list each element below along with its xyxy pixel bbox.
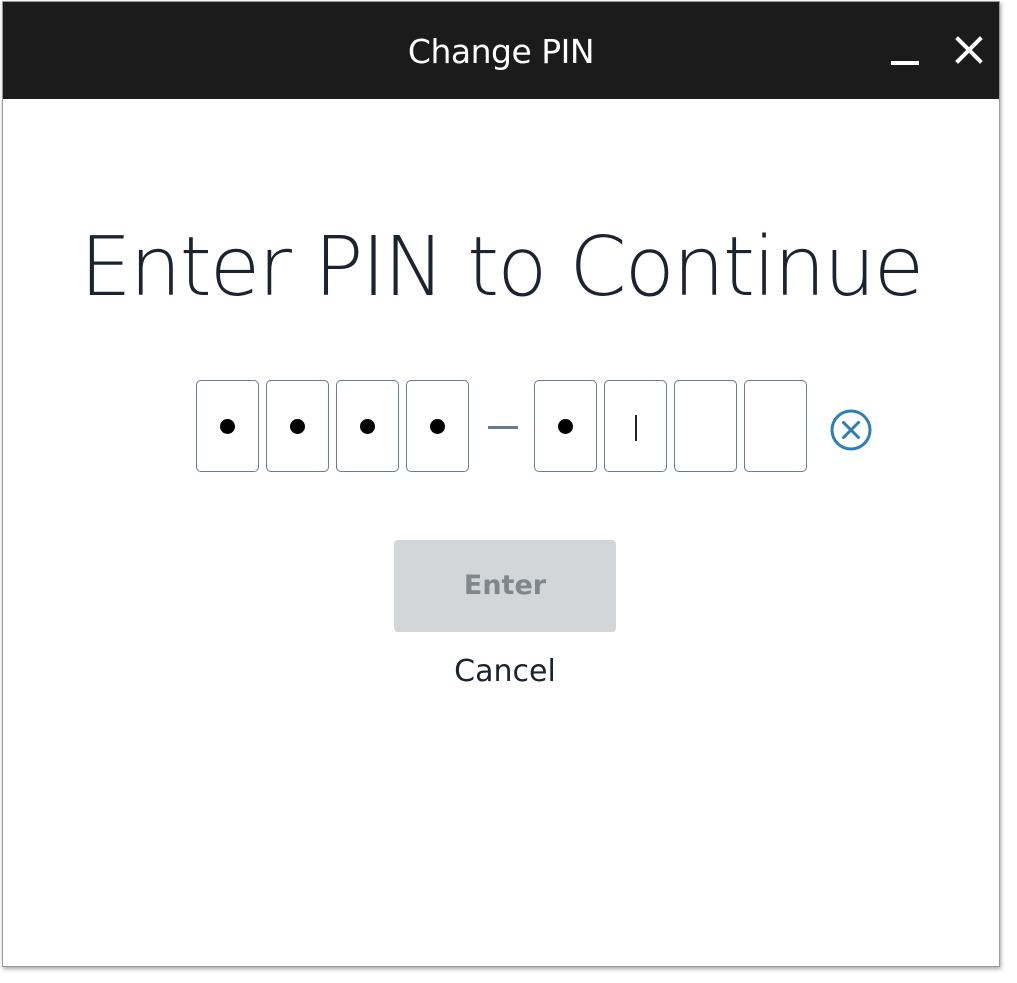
masked-digit	[360, 418, 375, 434]
pin-digit-7[interactable]	[674, 380, 737, 472]
enter-button[interactable]: Enter	[394, 540, 616, 632]
pin-digit-6[interactable]	[604, 380, 667, 472]
masked-digit	[220, 418, 235, 434]
pin-digit-3[interactable]	[336, 380, 399, 472]
cancel-link[interactable]: Cancel	[394, 654, 616, 689]
pin-digit-4[interactable]	[406, 380, 469, 472]
change-pin-window: Change PIN Enter PIN to Continue Enter C…	[2, 1, 1000, 967]
pin-separator	[488, 426, 518, 429]
masked-digit	[430, 418, 445, 434]
title-bar: Change PIN	[3, 2, 999, 99]
masked-digit	[290, 418, 305, 434]
page-title: Enter PIN to Continue	[79, 220, 924, 315]
pin-digit-8[interactable]	[744, 380, 807, 472]
close-icon[interactable]	[949, 30, 989, 70]
clear-circle-x-icon[interactable]	[828, 407, 874, 453]
window-title: Change PIN	[407, 32, 595, 71]
minimize-icon[interactable]	[887, 30, 923, 70]
text-cursor	[635, 415, 637, 441]
masked-digit	[558, 418, 573, 434]
pin-digit-5[interactable]	[534, 380, 597, 472]
pin-digit-1[interactable]	[196, 380, 259, 472]
pin-digit-2[interactable]	[266, 380, 329, 472]
